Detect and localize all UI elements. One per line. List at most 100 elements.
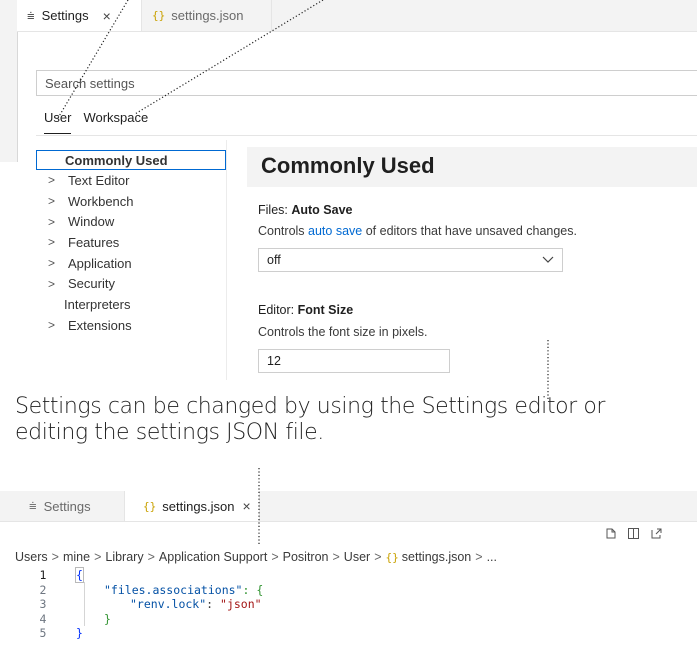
- chevron-right-icon: >: [48, 318, 56, 333]
- editor-tab-bar-bottom: ⩧ Settings {} settings.json ×: [0, 491, 697, 522]
- brace: }: [104, 611, 111, 626]
- toc-item-extensions[interactable]: > Extensions: [36, 315, 226, 336]
- toc-label: Features: [68, 234, 120, 250]
- search-settings-box[interactable]: [36, 70, 697, 96]
- json-key: "renv.lock": [130, 597, 207, 611]
- code-text: {: [75, 567, 84, 583]
- line-number: 5: [39, 626, 47, 640]
- code-line: 1 {: [0, 567, 697, 583]
- tab-workspace[interactable]: Workspace: [83, 110, 148, 134]
- chevron-right-icon: >: [94, 550, 102, 564]
- chevron-right-icon: >: [48, 235, 56, 250]
- chevron-right-icon: >: [374, 550, 382, 564]
- tab-user[interactable]: User: [44, 110, 72, 134]
- toc-item-interpreters[interactable]: Interpreters: [36, 294, 226, 315]
- close-icon[interactable]: ×: [103, 8, 111, 24]
- split-editor-icon[interactable]: [627, 527, 640, 540]
- toc-label: Text Editor: [68, 172, 130, 188]
- tab-label: settings.json: [162, 498, 235, 514]
- toc-item-text-editor[interactable]: > Text Editor: [36, 170, 226, 191]
- toc-item-security[interactable]: > Security: [36, 273, 226, 294]
- toc-label: Security: [68, 276, 115, 292]
- breadcrumb-item[interactable]: Library: [105, 550, 143, 564]
- toc-label: Commonly Used: [65, 152, 168, 168]
- open-external-icon[interactable]: [650, 527, 663, 540]
- setting-name: Auto Save: [291, 203, 353, 217]
- section-title: Commonly Used: [261, 153, 435, 178]
- toc-label: Window: [68, 214, 115, 230]
- line-number: 4: [39, 611, 47, 626]
- tab-label: settings.json: [171, 8, 244, 23]
- desc-text: Controls the font size in pixels.: [258, 325, 428, 339]
- breadcrumb-item[interactable]: Application Support: [159, 550, 267, 564]
- close-icon[interactable]: ×: [243, 498, 251, 514]
- brace: }: [76, 626, 83, 640]
- toc-item-commonly-used[interactable]: Commonly Used: [36, 150, 226, 170]
- line-number: 1: [39, 568, 47, 582]
- code-line: 3 "renv.lock": "json": [0, 597, 697, 612]
- toc-item-window[interactable]: > Window: [36, 211, 226, 232]
- toc-item-workbench[interactable]: > Workbench: [36, 191, 226, 212]
- editor-tab-bar: ⩧ Settings × {} settings.json: [17, 0, 697, 32]
- chevron-right-icon: >: [48, 256, 56, 271]
- json-braces-icon: {}: [152, 9, 166, 22]
- breadcrumb-item[interactable]: User: [344, 550, 370, 564]
- json-punct: :: [206, 597, 221, 611]
- tab-label: Settings: [41, 8, 89, 23]
- toc-item-features[interactable]: > Features: [36, 232, 226, 253]
- settings-sliders-icon: ⩧: [27, 7, 35, 23]
- tab-settings-json[interactable]: {} settings.json ×: [125, 491, 260, 521]
- editor-actions: [604, 527, 663, 540]
- setting-title-font-size: Editor: Font Size: [258, 303, 353, 317]
- tab-settings[interactable]: ⩧ Settings: [15, 491, 125, 521]
- code-text: }: [76, 626, 83, 640]
- breadcrumb-item[interactable]: mine: [63, 550, 90, 564]
- brace: {: [75, 567, 84, 583]
- code-line: 2 "files.associations": {: [0, 583, 697, 598]
- breadcrumb-item[interactable]: ...: [487, 550, 497, 564]
- json-string: "json": [220, 597, 262, 611]
- code-text: }: [104, 612, 111, 626]
- auto-save-select[interactable]: off: [258, 248, 563, 272]
- scope-divider: [36, 135, 697, 136]
- chevron-right-icon: >: [48, 276, 56, 291]
- code-text: "files.associations": {: [104, 583, 263, 597]
- tab-label: Settings: [43, 498, 91, 514]
- breadcrumb-item[interactable]: Positron: [283, 550, 329, 564]
- search-input[interactable]: [37, 71, 697, 95]
- input-value: 12: [267, 354, 281, 368]
- setting-desc-font-size: Controls the font size in pixels.: [258, 325, 428, 339]
- breadcrumb-item[interactable]: settings.json: [402, 550, 471, 564]
- settings-scope-tabs: User Workspace: [44, 110, 148, 134]
- settings-sliders-icon: ⩧: [29, 498, 37, 513]
- setting-title-auto-save: Files: Auto Save: [258, 203, 352, 217]
- code-editor[interactable]: 1 { 2 "files.associations": { 3 "renv.lo…: [0, 567, 697, 641]
- line-number: 2: [39, 582, 47, 597]
- chevron-right-icon: >: [51, 550, 59, 564]
- font-size-input[interactable]: 12: [258, 349, 450, 373]
- toc-label: Application: [68, 255, 132, 271]
- activity-strip: [0, 0, 18, 162]
- chevron-right-icon: >: [332, 550, 340, 564]
- chevron-right-icon: >: [475, 550, 483, 564]
- line-number: 3: [39, 597, 47, 611]
- chevron-right-icon: >: [48, 194, 56, 209]
- setting-name: Font Size: [297, 303, 354, 317]
- tab-settings[interactable]: ⩧ Settings ×: [17, 0, 142, 31]
- toc-item-application[interactable]: > Application: [36, 253, 226, 274]
- code-text: "renv.lock": "json": [130, 597, 262, 611]
- select-value: off: [267, 253, 281, 267]
- desc-text: Controls: [258, 224, 309, 238]
- toc-divider: [226, 140, 227, 380]
- open-settings-ui-icon[interactable]: [604, 527, 617, 540]
- breadcrumb-item[interactable]: Users: [15, 550, 48, 564]
- json-punct: : {: [242, 582, 264, 597]
- chevron-right-icon: >: [48, 214, 56, 229]
- code-line: 5 }: [0, 626, 697, 641]
- toc-label: Extensions: [68, 317, 132, 333]
- code-line: 4 }: [0, 612, 697, 627]
- tab-settings-json[interactable]: {} settings.json: [142, 0, 272, 31]
- desc-text: of editors that have unsaved changes.: [362, 224, 577, 238]
- auto-save-link[interactable]: auto save: [308, 224, 362, 238]
- breadcrumb: Users > mine > Library > Application Support > P…: [15, 550, 497, 564]
